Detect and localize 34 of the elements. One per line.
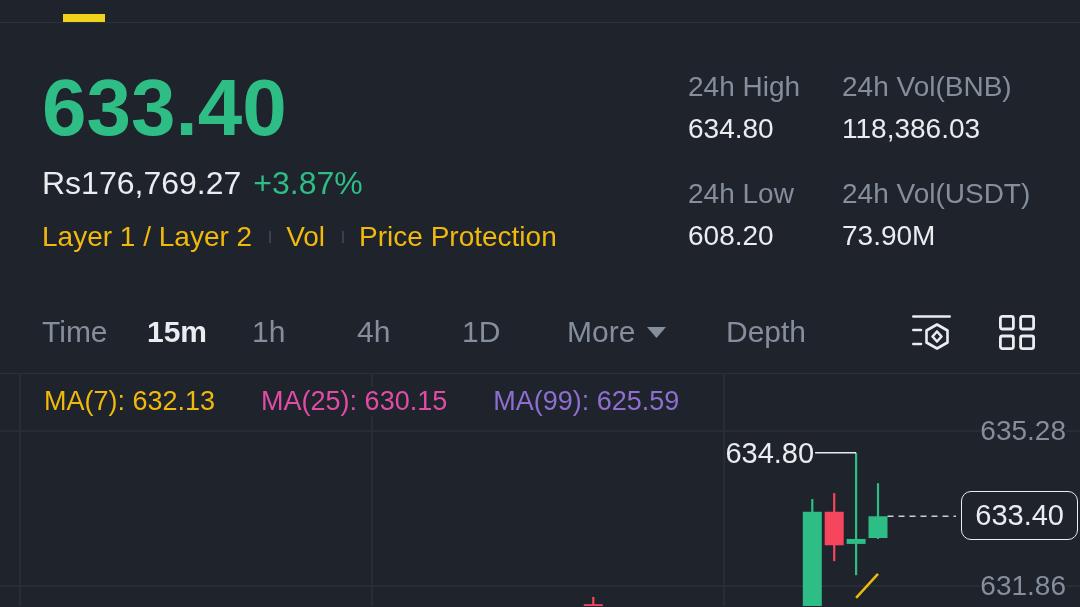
stat-value: 73.90M (842, 219, 936, 253)
fiat-price: Rs176,769.27 (42, 164, 242, 203)
interval-tab[interactable]: Time (42, 312, 108, 352)
tag-link[interactable]: Price Protection (359, 219, 557, 255)
interval-tab[interactable]: 4h (357, 312, 391, 352)
price-change: +3.87% (253, 164, 363, 203)
more-dropdown[interactable]: More (567, 312, 667, 352)
stat-value: 634.80 (688, 112, 774, 146)
stat-value: 608.20 (688, 219, 774, 253)
current-price-label: 633.40 (961, 491, 1078, 541)
stat-label: 24h Low (688, 177, 794, 211)
stat-value: 118,386.03 (842, 112, 981, 146)
interval-tab[interactable]: 15m (147, 312, 208, 352)
stat-label: 24h Vol(BNB) (842, 70, 1012, 104)
tag-link[interactable]: Vol (286, 219, 326, 255)
high-marker-label: 634.80 (725, 435, 815, 470)
candlestick (868, 483, 888, 539)
interval-tab[interactable]: 1h (252, 312, 286, 352)
caret-icon (647, 326, 667, 338)
grid-icon[interactable] (999, 314, 1035, 350)
tag-link[interactable]: Layer 1 / Layer 2 (42, 219, 253, 255)
indicator-legend: MA(25): 630.15 (261, 386, 448, 416)
leader-line (814, 452, 857, 454)
active-tab-underline (63, 14, 105, 22)
price-line (886, 515, 957, 518)
interval-tab[interactable]: 1D (462, 312, 501, 352)
candlestick (824, 493, 844, 562)
stat-label: 24h High (688, 70, 801, 104)
candlestick (583, 596, 603, 606)
interval-tab[interactable]: Depth (726, 312, 807, 352)
indicator-settings-icon[interactable] (912, 314, 951, 350)
moving-average-line (855, 572, 879, 599)
last-price: 633.40 (42, 68, 287, 148)
stat-label: 24h Vol(USDT) (842, 177, 1031, 211)
